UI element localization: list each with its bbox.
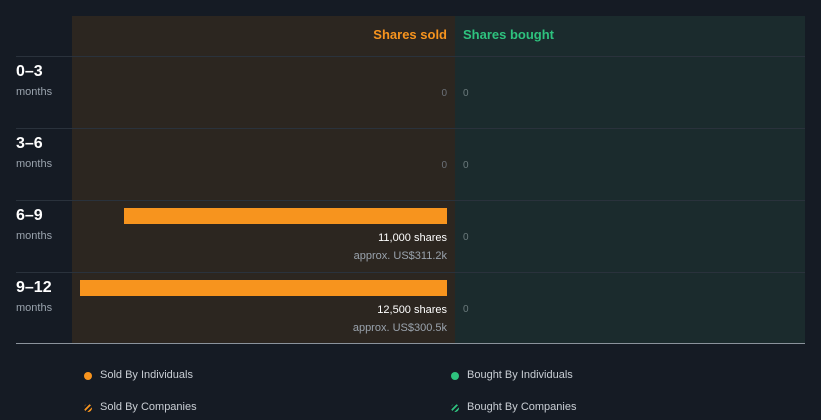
shares-sold-bar (80, 280, 447, 296)
legend-item: Bought By Individuals (451, 369, 573, 382)
shares-sold-value: approx. US$311.2k (353, 250, 447, 262)
row-separator (16, 56, 805, 57)
shares-sold-zero: 0 (441, 88, 447, 99)
shares-sold-value: approx. US$300.5k (352, 322, 447, 334)
solid-swatch-icon (84, 371, 92, 380)
period-label: 9–12 (16, 279, 52, 296)
period-unit: months (16, 86, 53, 98)
shares-sold-label: 12,500 shares (377, 304, 447, 316)
shares-bought-zero: 0 (463, 304, 469, 315)
period-unit: months (16, 230, 53, 242)
shares-bought-header: Shares bought (463, 27, 555, 42)
legend-label: Bought By Companies (467, 401, 577, 413)
shares-sold-label: 11,000 shares (378, 232, 447, 244)
legend-label: Sold By Individuals (100, 369, 193, 381)
period-unit: months (16, 302, 53, 314)
x-axis-line (16, 343, 805, 344)
legend-label: Bought By Individuals (467, 369, 573, 381)
legend-item: Bought By Companies (451, 401, 576, 414)
period-label: 0–3 (16, 63, 43, 80)
solid-swatch-icon (451, 371, 459, 380)
insider-trading-chart: Shares sold Shares bought 0–3 months 0 0 3–6… (0, 0, 821, 420)
shares-bought-zero: 0 (463, 160, 469, 171)
row-separator (16, 272, 805, 273)
period-unit: months (16, 158, 53, 170)
shares-sold-zero: 0 (441, 160, 447, 171)
shares-bought-panel (455, 16, 805, 343)
legend-item: Sold By Individuals (84, 369, 193, 382)
period-label: 6–9 (16, 207, 43, 224)
legend-label: Sold By Companies (100, 401, 197, 413)
shares-bought-zero: 0 (463, 88, 469, 99)
hatched-swatch-icon (451, 403, 459, 412)
shares-sold-bar (124, 208, 447, 224)
row-separator (16, 128, 805, 129)
period-label: 3–6 (16, 135, 43, 152)
hatched-swatch-icon (84, 403, 92, 412)
row-separator (16, 200, 805, 201)
shares-bought-zero: 0 (463, 232, 469, 243)
legend-item: Sold By Companies (84, 401, 197, 414)
shares-sold-header: Shares sold (373, 27, 447, 42)
